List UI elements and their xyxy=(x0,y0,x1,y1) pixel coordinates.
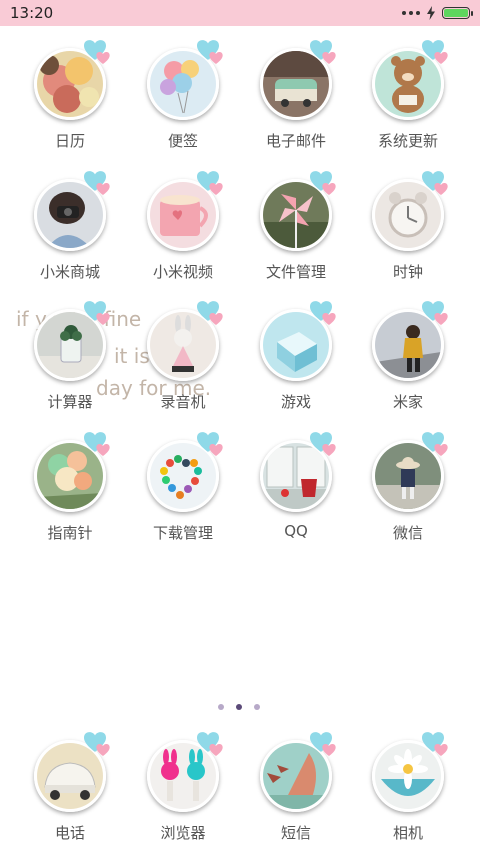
battery-icon xyxy=(442,7,473,19)
app-qq[interactable]: QQ xyxy=(240,432,352,558)
dock-camera[interactable]: 相机 xyxy=(352,732,464,858)
charging-icon xyxy=(427,6,435,20)
status-bar: 13:20 xyxy=(0,0,480,26)
app-mijia[interactable]: 米家 xyxy=(352,301,464,427)
app-label: 下载管理 xyxy=(152,524,213,542)
app-system-update[interactable]: 系统更新 xyxy=(352,40,464,166)
app-label: 米家 xyxy=(392,393,423,411)
more-dots-icon xyxy=(402,11,420,15)
app-notes[interactable]: 便签 xyxy=(127,40,239,166)
app-file-manager[interactable]: 文件管理 xyxy=(240,171,352,297)
app-label: 系统更新 xyxy=(377,132,438,150)
app-mi-store[interactable]: 小米商城 xyxy=(14,171,126,297)
app-wechat[interactable]: 微信 xyxy=(352,432,464,558)
page-dot[interactable] xyxy=(218,704,224,710)
app-label: 微信 xyxy=(392,524,423,542)
app-games[interactable]: 游戏 xyxy=(240,301,352,427)
app-compass[interactable]: 指南针 xyxy=(14,432,126,558)
app-label: 游戏 xyxy=(280,393,311,411)
status-time: 13:20 xyxy=(10,4,54,22)
page-indicator[interactable] xyxy=(218,704,260,710)
app-label: 录音机 xyxy=(160,393,206,411)
app-label: 计算器 xyxy=(47,393,93,411)
dock-browser[interactable]: 浏览器 xyxy=(127,732,239,858)
page-dot[interactable] xyxy=(236,704,242,710)
status-icons xyxy=(402,5,473,21)
app-label: 小米视频 xyxy=(152,263,213,281)
app-mi-video[interactable]: 小米视频 xyxy=(127,171,239,297)
app-label: 电子邮件 xyxy=(265,132,326,150)
dock-messages[interactable]: 短信 xyxy=(240,732,352,858)
app-label: 指南针 xyxy=(47,524,93,542)
app-calendar[interactable]: 日历 xyxy=(14,40,126,166)
app-label: 相机 xyxy=(392,824,423,842)
app-label: 浏览器 xyxy=(160,824,206,842)
app-label: 时钟 xyxy=(392,263,423,281)
app-label: 便签 xyxy=(167,132,198,150)
app-label: 日历 xyxy=(54,132,85,150)
app-email[interactable]: 电子邮件 xyxy=(240,40,352,166)
app-download-manager[interactable]: 下载管理 xyxy=(127,432,239,558)
page-dot[interactable] xyxy=(254,704,260,710)
app-clock[interactable]: 时钟 xyxy=(352,171,464,297)
app-label: 短信 xyxy=(280,824,311,842)
app-recorder[interactable]: 录音机 xyxy=(127,301,239,427)
app-calculator[interactable]: 计算器 xyxy=(14,301,126,427)
app-label: 小米商城 xyxy=(39,263,100,281)
app-label: 电话 xyxy=(54,824,85,842)
app-label: 文件管理 xyxy=(265,263,326,281)
app-label: QQ xyxy=(284,522,308,540)
dock-phone[interactable]: 电话 xyxy=(14,732,126,858)
